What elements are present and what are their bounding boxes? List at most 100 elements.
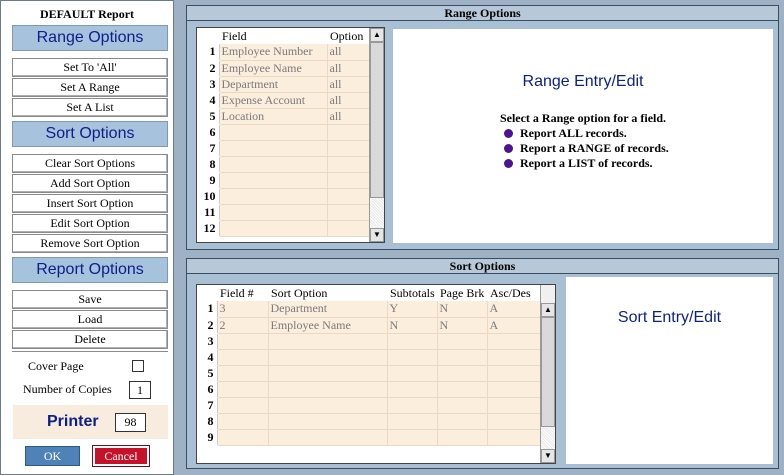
table-row[interactable]: 7 (197, 140, 370, 157)
subtotals-cell[interactable] (387, 381, 438, 398)
table-row[interactable]: 2 2 Employee Name N N A (197, 317, 541, 334)
range-field-cell[interactable]: Employee Name (219, 60, 328, 77)
sort-option-cell[interactable] (268, 349, 388, 366)
sort-grid[interactable]: Field # Sort Option Subtotals Page Brk A… (196, 284, 556, 464)
table-row[interactable]: 9 (197, 429, 541, 446)
page-break-cell[interactable] (437, 349, 488, 366)
range-option-cell[interactable] (327, 220, 370, 237)
sort-option-cell[interactable]: Department (268, 301, 388, 318)
range-option-cell[interactable] (327, 204, 370, 221)
range-grid[interactable]: Field Option 1 Employee Number all 2 Employe… (196, 27, 385, 243)
range-field-cell[interactable] (219, 140, 328, 157)
range-option-cell[interactable]: all (327, 44, 370, 61)
subtotals-cell[interactable] (387, 413, 438, 430)
table-row[interactable]: 5 Location all (197, 108, 370, 125)
cancel-button[interactable]: Cancel (92, 445, 150, 467)
sort-field-number-cell[interactable] (217, 397, 269, 414)
table-row[interactable]: 1 Employee Number all (197, 44, 370, 61)
range-scrollbar[interactable]: ▲ ▼ (369, 28, 384, 242)
scroll-down-arrow-icon[interactable]: ▼ (541, 449, 555, 463)
range-option-cell[interactable]: all (327, 92, 370, 109)
page-break-cell[interactable] (437, 381, 488, 398)
range-field-cell[interactable]: Location (219, 108, 328, 125)
range-field-cell[interactable]: Employee Number (219, 44, 328, 61)
clear-sort-options-button[interactable]: Clear Sort Options (12, 154, 168, 173)
set-a-range-button[interactable]: Set A Range (12, 78, 168, 97)
sort-field-number-cell[interactable]: 3 (217, 301, 269, 318)
page-break-cell[interactable] (437, 333, 488, 350)
range-option-cell[interactable] (327, 124, 370, 141)
asc-des-cell[interactable] (487, 333, 541, 350)
sort-option-cell[interactable] (268, 333, 388, 350)
sort-option-cell[interactable] (268, 413, 388, 430)
edit-sort-option-button[interactable]: Edit Sort Option (12, 214, 168, 233)
subtotals-cell[interactable] (387, 349, 438, 366)
sort-scrollbar[interactable]: ▲ ▼ (540, 285, 555, 463)
range-option-cell[interactable]: all (327, 60, 370, 77)
sort-field-number-cell[interactable] (217, 349, 269, 366)
sort-field-number-cell[interactable] (217, 365, 269, 382)
sort-field-number-cell[interactable] (217, 381, 269, 398)
set-to-all-button[interactable]: Set To 'All' (12, 58, 168, 77)
load-button[interactable]: Load (12, 310, 168, 329)
range-field-cell[interactable] (219, 172, 328, 189)
sort-field-number-cell[interactable] (217, 333, 269, 350)
table-row[interactable]: 8 (197, 413, 541, 430)
scroll-thumb[interactable] (541, 317, 555, 427)
page-break-cell[interactable]: N (437, 317, 488, 334)
set-a-list-button[interactable]: Set A List (12, 98, 168, 117)
range-field-cell[interactable] (219, 156, 328, 173)
page-break-cell[interactable] (437, 397, 488, 414)
asc-des-cell[interactable] (487, 413, 541, 430)
sort-field-number-cell[interactable] (217, 413, 269, 430)
table-row[interactable]: 8 (197, 156, 370, 173)
page-break-cell[interactable]: N (437, 301, 488, 318)
sort-field-number-cell[interactable]: 2 (217, 317, 269, 334)
add-sort-option-button[interactable]: Add Sort Option (12, 174, 168, 193)
table-row[interactable]: 6 (197, 124, 370, 141)
range-field-cell[interactable]: Expense Account (219, 92, 328, 109)
range-option-cell[interactable] (327, 140, 370, 157)
scroll-up-arrow-icon[interactable]: ▲ (541, 303, 555, 317)
table-row[interactable]: 4 Expense Account all (197, 92, 370, 109)
sort-option-cell[interactable]: Employee Name (268, 317, 388, 334)
range-option-cell[interactable]: all (327, 76, 370, 93)
table-row[interactable]: 10 (197, 188, 370, 205)
scroll-track[interactable] (541, 427, 555, 449)
sort-option-cell[interactable] (268, 381, 388, 398)
sort-field-number-cell[interactable] (217, 429, 269, 446)
scroll-track[interactable] (370, 198, 384, 228)
range-field-cell[interactable] (219, 124, 328, 141)
subtotals-cell[interactable] (387, 365, 438, 382)
asc-des-cell[interactable] (487, 397, 541, 414)
ok-button[interactable]: OK (25, 446, 80, 466)
table-row[interactable]: 5 (197, 365, 541, 382)
table-row[interactable]: 2 Employee Name all (197, 60, 370, 77)
table-row[interactable]: 12 (197, 220, 370, 237)
remove-sort-option-button[interactable]: Remove Sort Option (12, 234, 168, 253)
table-row[interactable]: 3 (197, 333, 541, 350)
range-field-cell[interactable]: Department (219, 76, 328, 93)
range-option-cell[interactable] (327, 188, 370, 205)
asc-des-cell[interactable]: A (487, 317, 541, 334)
range-option-cell[interactable]: all (327, 108, 370, 125)
subtotals-cell[interactable] (387, 333, 438, 350)
scroll-up-arrow-icon[interactable]: ▲ (370, 28, 384, 42)
range-field-cell[interactable] (219, 188, 328, 205)
subtotals-cell[interactable]: N (387, 317, 438, 334)
subtotals-cell[interactable]: Y (387, 301, 438, 318)
insert-sort-option-button[interactable]: Insert Sort Option (12, 194, 168, 213)
range-option-cell[interactable] (327, 156, 370, 173)
subtotals-cell[interactable] (387, 397, 438, 414)
delete-button[interactable]: Delete (12, 330, 168, 349)
table-row[interactable]: 3 Department all (197, 76, 370, 93)
table-row[interactable]: 9 (197, 172, 370, 189)
table-row[interactable]: 6 (197, 381, 541, 398)
range-field-cell[interactable] (219, 204, 328, 221)
cover-page-checkbox[interactable] (132, 360, 144, 372)
table-row[interactable]: 1 3 Department Y N A (197, 301, 541, 318)
scroll-thumb[interactable] (370, 42, 384, 198)
range-option-cell[interactable] (327, 172, 370, 189)
asc-des-cell[interactable]: A (487, 301, 541, 318)
sort-option-cell[interactable] (268, 365, 388, 382)
